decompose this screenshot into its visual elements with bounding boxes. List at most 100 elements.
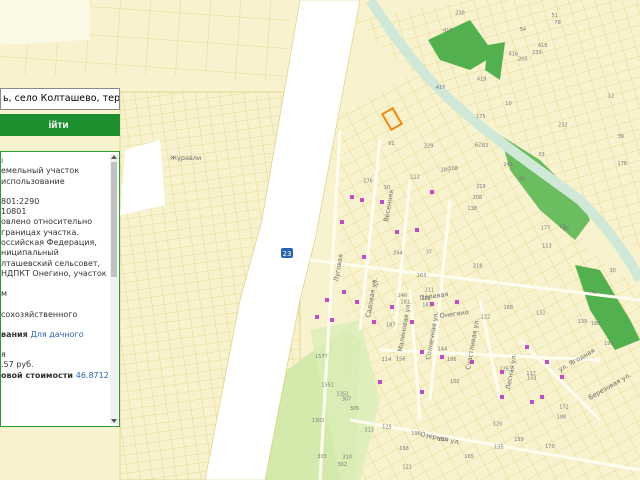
scroll-down-icon[interactable] [111,419,117,423]
info-key: оссийская Федерация, [1,238,97,248]
info-key: .57 руб. [1,360,34,370]
building-marker [390,305,394,309]
plot-number: 128 [421,296,431,302]
plot-number: 62 [475,143,481,149]
plot-number: 188 [557,415,567,421]
info-key: 10801 [1,207,27,217]
plot-number: 219 [476,184,486,190]
highway-badge-label: 23 [283,250,292,258]
plot-number: 1551 [321,383,334,389]
plot-number: 176 [363,179,373,185]
info-line: я [1,350,109,360]
building-marker [420,350,424,354]
plot-number: 1577 [315,354,328,360]
building-marker [545,360,549,364]
info-scrollbar[interactable] [110,154,118,424]
scroll-thumb[interactable] [111,162,117,277]
info-line: НДПКТ Онегино, участок [1,269,109,279]
plot-number: 135 [494,444,504,450]
building-marker [315,315,319,319]
info-line: границах участка. [1,228,109,238]
building-marker [560,375,564,379]
building-marker [410,320,414,324]
scroll-up-icon[interactable] [111,155,117,159]
info-key: вания [1,329,31,339]
building-marker [342,290,346,294]
info-key: сохозяйственного [1,309,78,319]
plot-number: 205 [518,57,528,63]
plot-number: 175 [476,114,486,120]
info-line: использование [1,177,109,187]
plot-number: 218 [473,264,483,270]
building-marker [325,298,329,302]
info-key: я [1,350,6,360]
building-marker [395,230,399,234]
plot-number: 112 [410,175,420,181]
plot-number: 51 [552,13,558,19]
plot-info-panel: ı емельный участок использование 801:2290 10… [0,151,120,427]
plot-number: 12 [608,93,614,99]
plot-number: 78 [554,20,560,26]
info-line: вания Для дачного [1,330,109,340]
plot-number: 96 [519,176,525,182]
info-key: емельный участок [1,166,80,176]
info-key: овой стоимости [1,370,76,380]
plot-number: 418 [538,43,548,49]
plot-number: 30 [610,268,616,274]
plot-number: 307 [342,397,352,403]
address-search-input[interactable]: ь, село Колташево, тер НДПКТ О [0,88,120,110]
plot-number: 139 [578,319,588,325]
plot-number: 230 [455,11,465,17]
building-marker [340,220,344,224]
plot-number: 416 [509,52,519,58]
building-marker [350,195,354,199]
plot-number: 191 [604,341,614,347]
info-line: 801:2290 [1,197,109,207]
plot-number: 30 [384,185,390,191]
plot-number: 10 [505,101,511,107]
plot-number: 121 [402,464,412,470]
building-marker [415,228,419,232]
plot-number: 54 [520,27,526,33]
street-label: Журавли [170,154,201,162]
plot-number: 122 [481,315,491,321]
info-line: ı [1,156,109,166]
highway-badge: 23 [281,248,293,258]
building-marker [360,198,364,202]
info-line: оссийская Федерация, [1,238,109,248]
plot-number: 187 [386,322,396,328]
building-marker [372,320,376,324]
plot-number: 313 [364,427,374,433]
info-line: емельный участок [1,166,109,176]
info-value: 46.8712 [75,370,109,380]
building-marker [540,395,544,399]
building-marker [500,395,504,399]
plot-number: 229 [424,143,434,149]
plot-info-content: ı емельный участок использование 801:2290 10… [1,152,109,381]
plot-number: 125 [382,425,392,431]
info-line: м [1,289,109,299]
building-marker [530,400,534,404]
plot-number: 132 [536,311,546,317]
plot-number: 181 [400,300,410,306]
plot-number: 208 [473,195,483,201]
plot-number: 415 [443,28,453,34]
info-key: границах участка. [1,227,79,237]
plot-number: 138 [467,206,477,212]
info-key: лташевский сельсовет, [1,258,101,268]
building-marker [455,300,459,304]
building-marker [330,318,334,322]
plot-number: 39 [618,134,624,140]
plot-number: 183 [422,302,432,308]
plot-number: 168 [399,446,409,452]
plot-number: 163 [417,273,427,279]
plot-number: 419 [477,76,487,82]
find-button[interactable]: ійти [0,114,120,136]
building-marker [378,380,382,384]
plot-number: 91 [388,141,394,147]
building-marker [355,300,359,304]
